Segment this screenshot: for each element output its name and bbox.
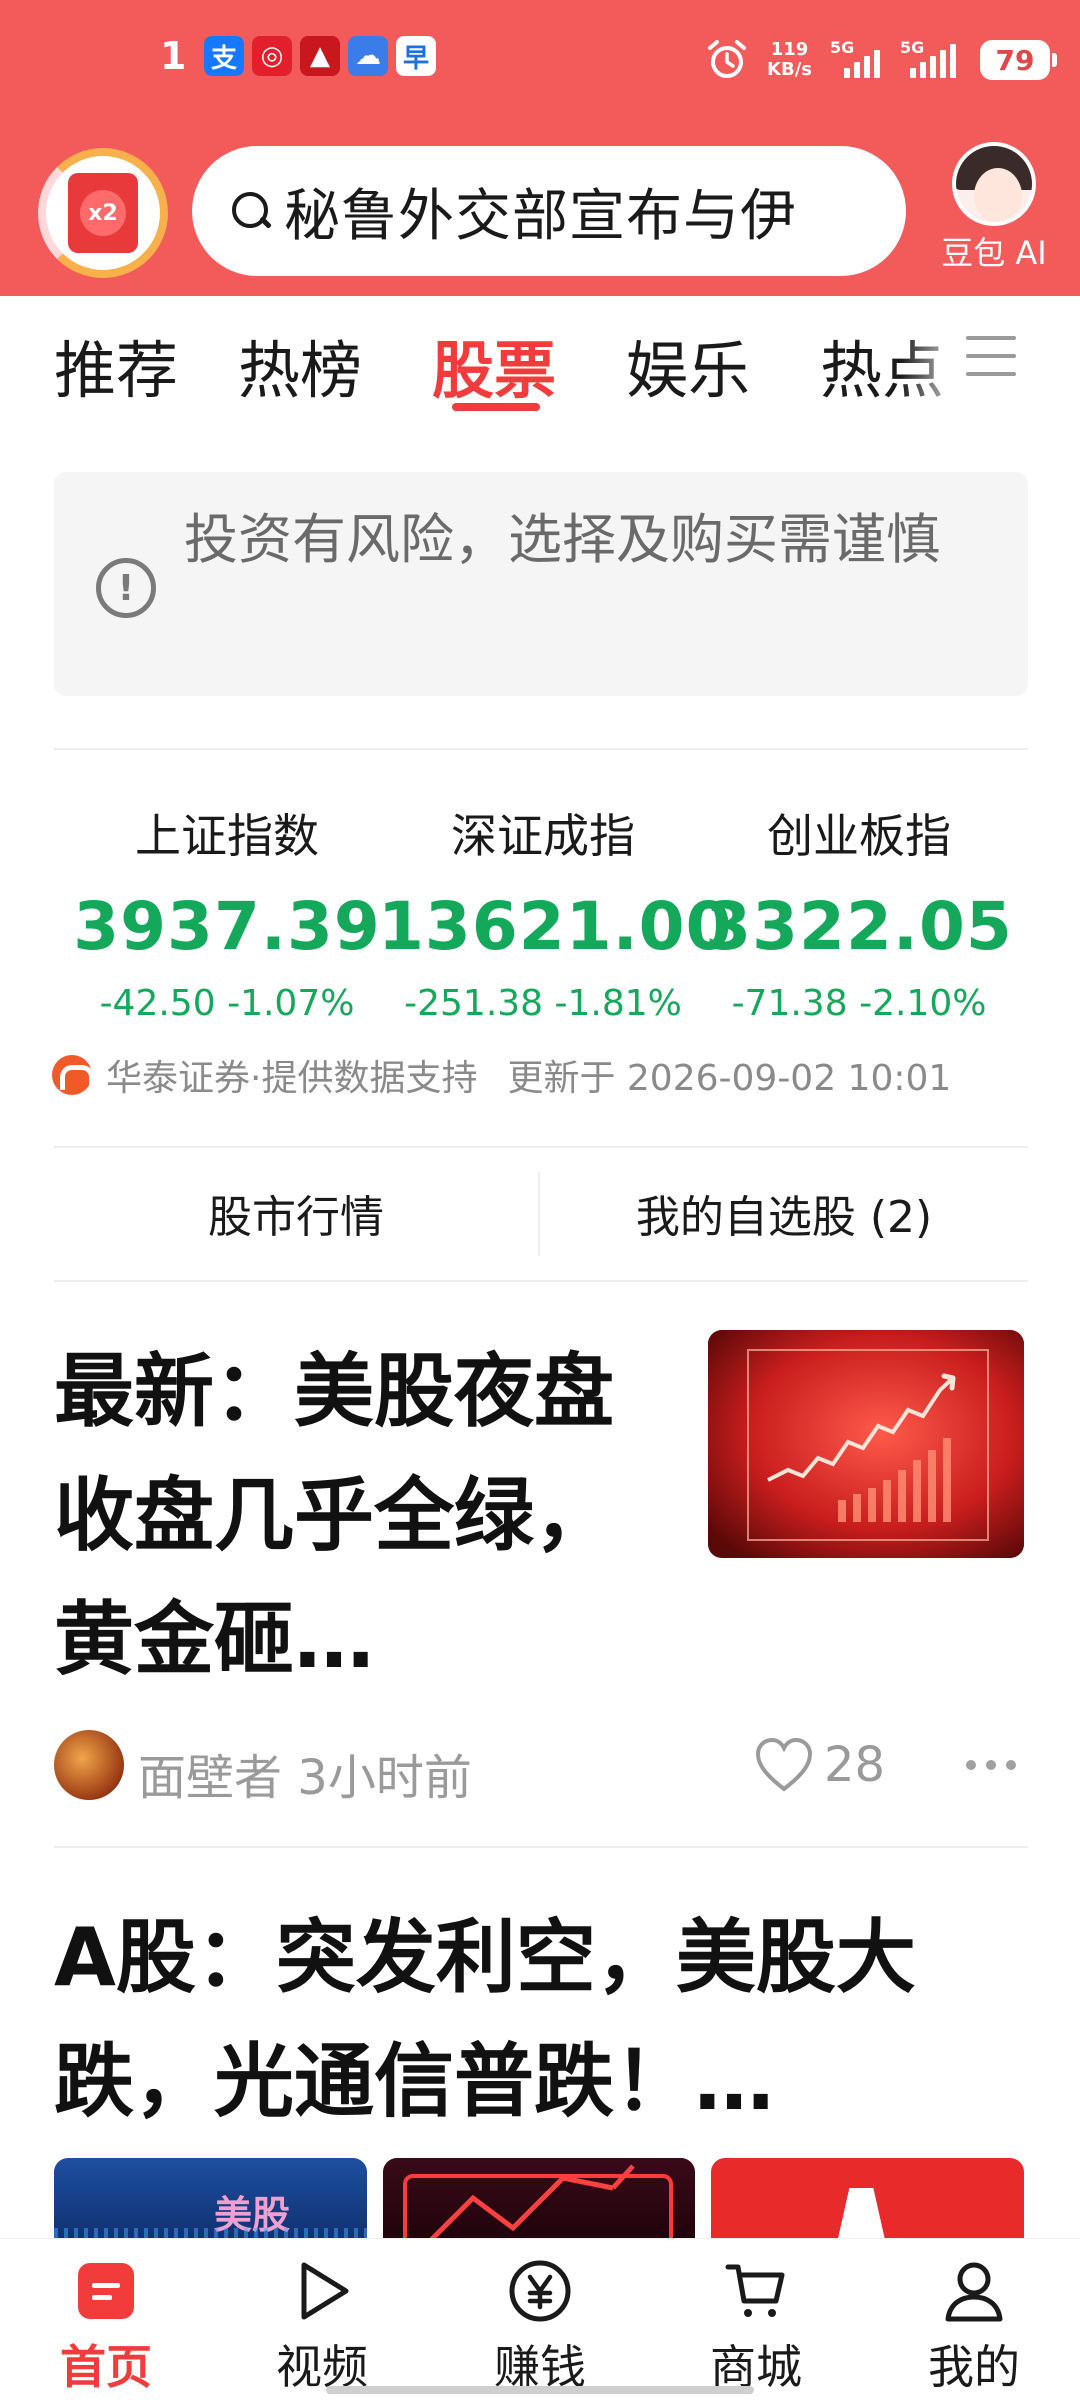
tab-hot-list[interactable]: 热榜 — [238, 320, 362, 410]
alipay-icon: 支 — [204, 36, 244, 76]
home-icon — [74, 2259, 138, 2323]
article-thumbnail[interactable] — [708, 1330, 1024, 1558]
battery-indicator: 79 — [980, 40, 1057, 80]
index-value: 3322.05 — [705, 888, 1013, 965]
index-shanghai[interactable]: 上证指数 3937.39 -42.50 -1.07% — [62, 800, 392, 1024]
alarm-icon — [708, 40, 747, 78]
menu-icon[interactable] — [966, 336, 1016, 380]
provider-text: 华泰证券·提供数据支持 — [106, 1058, 478, 1099]
signal-2-icon: 5G — [900, 38, 962, 78]
divider — [54, 748, 1028, 750]
active-tab-indicator — [452, 403, 540, 411]
status-right: 119 KB/s 5G 5G 79 — [705, 30, 1057, 90]
stock-chart-image — [708, 1330, 1024, 1558]
status-notification-count: 1 — [160, 34, 187, 78]
status-bar: 1 支 ◎ ▲ ☁ 早 119 KB/s 5G 5G 79 — [0, 0, 1080, 120]
nav-label: 我的 — [928, 2340, 1020, 2394]
category-tabs: 推荐 热榜 股票 娱乐 热点 — [0, 300, 1080, 420]
index-name: 上证指数 — [135, 809, 319, 863]
search-hot-text: 秘鲁外交部宣布与伊 — [284, 183, 797, 249]
nav-earn[interactable]: 赚钱 — [470, 2259, 610, 2397]
search-icon — [228, 188, 274, 234]
index-shenzhen[interactable]: 深证成指 13621.00 -251.38 -1.81% — [378, 800, 733, 1024]
home-indicator[interactable] — [326, 2386, 754, 2394]
risk-notice: ! 投资有风险，选择及购买需谨慎 — [54, 472, 1028, 696]
search-bar[interactable]: 秘鲁外交部宣布与伊 — [192, 146, 906, 276]
nav-label: 首页 — [60, 2340, 152, 2394]
index-chinext[interactable]: 创业板指 3322.05 -71.38 -2.10% — [694, 800, 1024, 1024]
redpacket-bonus-button[interactable]: x2 — [38, 148, 168, 278]
yueyue-app-icon: 早 — [396, 36, 436, 76]
doubao-ai-button[interactable]: 豆包 AI — [934, 142, 1054, 274]
divider — [54, 1146, 1028, 1148]
article-meta: 面壁者 3小时前 28 — [54, 1730, 1026, 1806]
risk-notice-text: 投资有风险，选择及购买需谨慎 — [184, 508, 940, 571]
index-change: -71.38 -2.10% — [731, 983, 987, 1024]
cloud-app-icon: ☁ — [348, 36, 388, 76]
article-title[interactable]: A股：突发利空，美股大跌，光通信普跌！… — [54, 1896, 1034, 2144]
doubao-avatar — [952, 142, 1036, 226]
index-name: 深证成指 — [451, 809, 635, 863]
netease-music-icon: ◎ — [252, 36, 292, 76]
divider — [54, 1280, 1028, 1282]
author-info[interactable]: 面壁者 3小时前 — [138, 1738, 472, 1808]
author-avatar[interactable] — [54, 1730, 124, 1800]
user-icon — [942, 2259, 1006, 2323]
index-change: -251.38 -1.81% — [404, 983, 682, 1024]
divider — [54, 1846, 1028, 1848]
index-name: 创业板指 — [767, 809, 951, 863]
like-button[interactable]: 28 — [754, 1732, 885, 1798]
update-time: 更新于 2026-09-02 10:01 — [507, 1058, 952, 1099]
cart-icon — [724, 2259, 788, 2323]
like-count: 28 — [824, 1737, 886, 1793]
bottom-navigation: 首页 视频 赚钱 商城 我的 — [0, 2238, 1080, 2400]
index-change: -42.50 -1.07% — [99, 983, 355, 1024]
exclamation-icon: ! — [96, 558, 156, 618]
tab-entertainment[interactable]: 娱乐 — [626, 320, 750, 410]
article-image-row[interactable]: 美股 — [54, 2158, 1025, 2258]
redpacket-icon: x2 — [68, 173, 138, 253]
article-title[interactable]: 最新：美股夜盘收盘几乎全绿，黄金砸… — [54, 1330, 644, 1702]
signal-1-icon: 5G — [830, 38, 882, 78]
top-header: 1 支 ◎ ▲ ☁ 早 119 KB/s 5G 5G 79 x2 秘鲁外交部宣布… — [0, 0, 1080, 296]
network-speed: 119 KB/s — [767, 39, 812, 80]
nav-mall[interactable]: 商城 — [686, 2259, 826, 2397]
huatai-logo-icon — [52, 1055, 94, 1095]
guoxin-securities-icon: ▲ — [300, 36, 340, 76]
doubao-label: 豆包 AI — [941, 234, 1047, 272]
yuan-icon — [508, 2259, 572, 2323]
watchlist-link[interactable]: 我的自选股 (2) — [540, 1150, 1028, 1276]
nav-video[interactable]: 视频 — [252, 2259, 392, 2397]
tab-stocks[interactable]: 股票 — [432, 320, 556, 410]
play-icon — [290, 2259, 354, 2323]
heart-icon — [755, 1737, 813, 1792]
nav-home[interactable]: 首页 — [36, 2259, 176, 2397]
index-value: 3937.39 — [73, 888, 381, 965]
market-quotes-link[interactable]: 股市行情 — [54, 1150, 538, 1276]
more-options-icon[interactable] — [966, 1732, 1026, 1798]
index-value: 13621.00 — [378, 888, 733, 965]
tab-recommend[interactable]: 推荐 — [54, 320, 178, 410]
nav-mine[interactable]: 我的 — [904, 2259, 1044, 2397]
data-provider: 华泰证券·提供数据支持 更新于 2026-09-02 10:01 — [52, 1050, 1052, 1100]
